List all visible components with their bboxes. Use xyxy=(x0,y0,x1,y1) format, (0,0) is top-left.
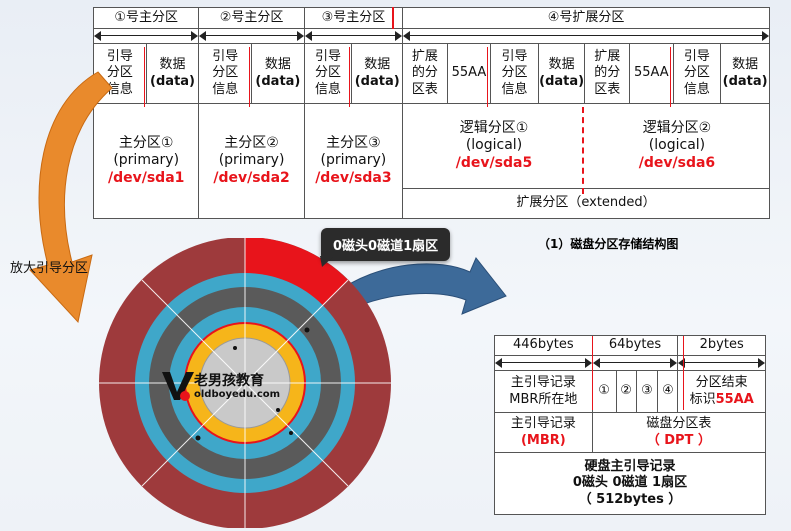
span-arrow-1 xyxy=(94,29,199,43)
mbr-table: 446bytes 64bytes 2bytes 主引导记录 MBR所在地 ① ② … xyxy=(494,335,767,515)
extended-partition-label: 扩展分区（extended） xyxy=(402,188,770,219)
logical-partition-2: 逻辑分区② (logical) /dev/sda6 xyxy=(584,103,770,189)
header-primary-3: ③号主分区 xyxy=(303,7,404,29)
span-arrow-4 xyxy=(403,29,769,43)
span-arrow-2 xyxy=(678,356,765,370)
mbr-label-cell: 主引导记录 (MBR) xyxy=(494,412,593,453)
dpt-cell: 磁盘分区表（ DPT ） xyxy=(591,412,767,453)
logo-name: 老男孩教育 xyxy=(194,373,264,389)
end-mark-cell: 分区结束 标识55AA xyxy=(677,370,766,413)
slot-4: ④ xyxy=(657,370,679,413)
size-64: 64bytes xyxy=(591,335,679,356)
ext-data-cell-2: 数据 (data) xyxy=(720,43,770,104)
sep-red xyxy=(592,336,593,410)
span-arrow-3 xyxy=(304,29,403,43)
mbr-location-cell: 主引导记录 MBR所在地 xyxy=(494,370,593,413)
span-arrow-64 xyxy=(592,356,678,370)
slot-2: ② xyxy=(615,370,637,413)
sig-cell-1: 55AA xyxy=(446,43,492,104)
size-446: 446bytes xyxy=(494,335,593,356)
partition-structure-table: ①号主分区 ②号主分区 ③号主分区 ④号扩展分区 引导 分区 信息 数据 (data)… xyxy=(92,7,770,219)
sep-red xyxy=(249,47,250,107)
sep-red xyxy=(487,47,488,107)
header-primary-2: ②号主分区 xyxy=(198,7,305,29)
span-arrow-2 xyxy=(199,29,304,43)
boot-info-cell-3: 引导 分区 信息 xyxy=(303,43,353,104)
logo-url: oldboyedu.com xyxy=(194,389,281,400)
size-2: 2bytes xyxy=(677,335,766,356)
data-cell-2: 数据 (data) xyxy=(251,43,305,104)
ext-data-cell-1: 数据 (data) xyxy=(537,43,586,104)
sep-red xyxy=(683,336,684,410)
primary-partition-3: 主分区③ (primary) /dev/sda3 xyxy=(303,103,404,219)
sep-red xyxy=(144,47,145,107)
sig-cell-2: 55AA xyxy=(629,43,674,104)
slot-3: ③ xyxy=(635,370,659,413)
ext-table-cell-1: 扩展 的分 区表 xyxy=(402,43,448,104)
span-arrow-446 xyxy=(495,356,592,370)
primary-partition-2: 主分区② (primary) /dev/sda2 xyxy=(198,103,305,219)
v-logo-icon xyxy=(162,372,194,401)
header-primary-1: ①号主分区 xyxy=(92,7,200,29)
sep-red xyxy=(349,47,350,107)
data-cell-1: 数据 (data) xyxy=(145,43,200,104)
zoom-boot-partition-label: 放大引导分区 xyxy=(10,261,89,276)
ext-boot-info-cell-2: 引导 分区 信息 xyxy=(672,43,722,104)
brand-logo: 老男孩教育 oldboyedu.com xyxy=(160,368,310,408)
ext-boot-info-cell-1: 引导 分区 信息 xyxy=(490,43,539,104)
data-cell-3: 数据 (data) xyxy=(351,43,404,104)
header-extended-4: ④号扩展分区 xyxy=(402,7,770,29)
ext-table-cell-2: 扩展 的分 区表 xyxy=(584,43,631,104)
callout-pointer xyxy=(320,256,334,267)
logical-partition-1: 逻辑分区① (logical) /dev/sda5 xyxy=(402,103,585,189)
sep-red xyxy=(670,47,671,107)
slot-1: ① xyxy=(591,370,617,413)
sep-red xyxy=(392,7,394,29)
logical-divider xyxy=(582,107,584,194)
mbr-footer: 硬盘主引导记录 0磁头 0磁道 1扇区 （ 512bytes ） xyxy=(494,452,766,515)
sector-callout: 0磁头0磁道1扇区 xyxy=(321,228,451,261)
figure-caption: （1）磁盘分区存储结构图 xyxy=(538,237,679,251)
boot-info-cell-2: 引导 分区 信息 xyxy=(198,43,253,104)
